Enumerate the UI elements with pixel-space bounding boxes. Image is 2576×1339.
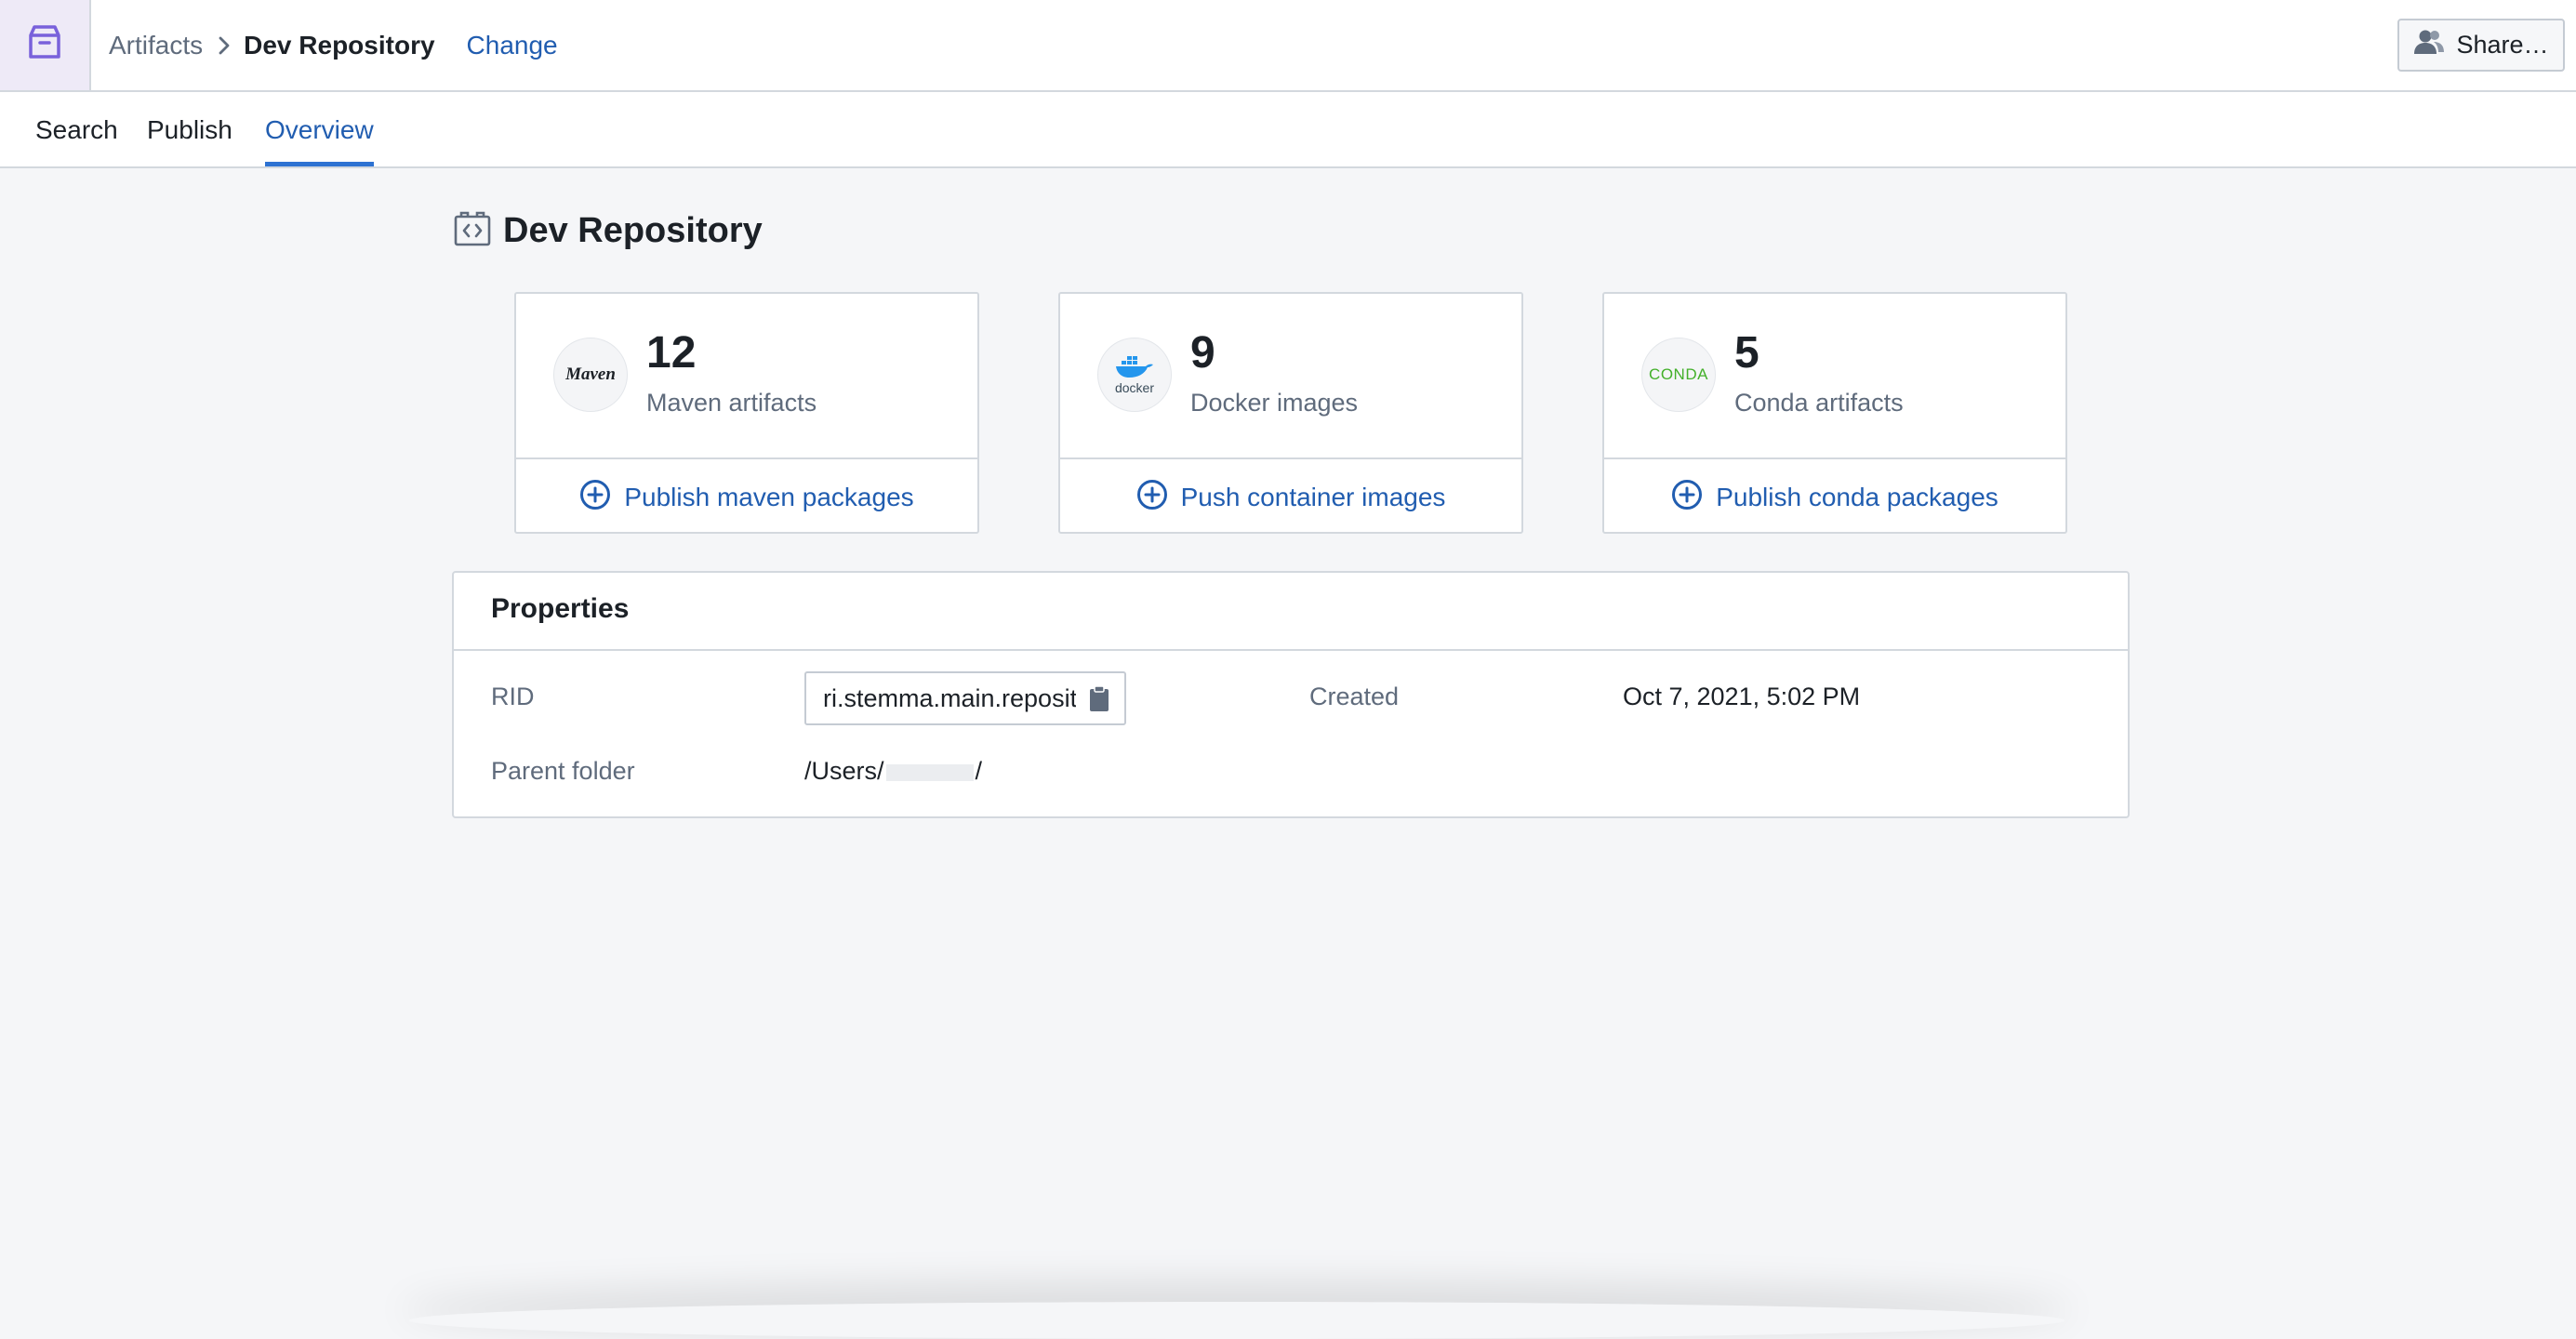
parent-folder-prefix: /Users/ — [804, 757, 884, 785]
app-icon-button[interactable] — [0, 0, 91, 90]
docker-logo-icon: docker — [1097, 338, 1172, 412]
publish-conda-label: Publish conda packages — [1716, 483, 1998, 511]
add-circle-icon — [1671, 479, 1703, 517]
breadcrumb-current: Dev Repository — [244, 30, 435, 60]
parent-folder-suffix: / — [975, 757, 983, 785]
code-repository-icon — [453, 210, 492, 252]
docker-whale-icon — [1116, 355, 1153, 378]
add-circle-icon — [1136, 479, 1168, 517]
maven-label: Maven artifacts — [646, 389, 817, 417]
conda-logo-text: CONDA — [1649, 365, 1708, 383]
rid-field[interactable]: ri.stemma.main.repository — [804, 671, 1126, 725]
share-label: Share… — [2456, 31, 2549, 59]
created-value: Oct 7, 2021, 5:02 PM — [1623, 683, 1861, 710]
card-summary: CONDA 5 Conda artifacts — [1604, 294, 2065, 459]
rid-label: RID — [491, 683, 535, 710]
tab-search[interactable]: Search — [35, 92, 118, 166]
conda-count: 5 — [1734, 328, 1759, 378]
conda-label: Conda artifacts — [1734, 389, 1904, 417]
page-title: Dev Repository — [503, 210, 763, 250]
bottom-shadow — [409, 1302, 2065, 1339]
card-summary: Maven 12 Maven artifacts — [516, 294, 977, 459]
push-container-button[interactable]: Push container images — [1060, 461, 1521, 534]
docker-card: docker 9 Docker images Push container im… — [1058, 292, 1523, 534]
artifacts-box-icon — [25, 23, 64, 67]
created-label: Created — [1309, 683, 1400, 710]
properties-title: Properties — [491, 593, 630, 624]
tab-bar: Search Publish Overview — [0, 92, 2576, 168]
breadcrumb-artifacts[interactable]: Artifacts — [109, 31, 203, 60]
maven-logo-icon: Maven — [553, 338, 628, 412]
parent-folder-value[interactable]: /Users/ / — [804, 757, 982, 786]
tab-publish[interactable]: Publish — [147, 92, 232, 166]
publish-maven-button[interactable]: Publish maven packages — [516, 461, 977, 534]
page-header: Dev Repository — [453, 205, 763, 257]
docker-logo-text: docker — [1114, 379, 1155, 395]
conda-logo-icon: CONDA — [1641, 338, 1716, 412]
docker-count: 9 — [1190, 328, 1215, 378]
people-icon — [2413, 28, 2445, 62]
publish-conda-button[interactable]: Publish conda packages — [1604, 461, 2065, 534]
breadcrumb: Artifacts Dev Repository Change — [109, 0, 558, 90]
parent-folder-label: Parent folder — [491, 757, 635, 785]
chevron-right-icon — [218, 35, 231, 56]
maven-card: Maven 12 Maven artifacts Publish maven p… — [514, 292, 979, 534]
redacted-username — [885, 763, 974, 781]
change-link[interactable]: Change — [467, 31, 558, 60]
top-bar: Artifacts Dev Repository Change Share… — [0, 0, 2576, 92]
card-summary: docker 9 Docker images — [1060, 294, 1521, 459]
maven-count: 12 — [646, 328, 697, 378]
docker-label: Docker images — [1190, 389, 1359, 417]
add-circle-icon — [579, 479, 611, 517]
clipboard-icon[interactable] — [1076, 673, 1122, 723]
tab-overview[interactable]: Overview — [265, 92, 374, 166]
conda-card: CONDA 5 Conda artifacts Publish conda pa… — [1602, 292, 2067, 534]
publish-maven-label: Publish maven packages — [624, 483, 914, 511]
share-button[interactable]: Share… — [2397, 19, 2565, 72]
properties-header: Properties — [454, 573, 2128, 651]
maven-logo-text: Maven — [565, 365, 616, 384]
push-container-label: Push container images — [1180, 483, 1446, 511]
rid-value[interactable]: ri.stemma.main.repository — [806, 684, 1076, 713]
properties-panel: Properties RID ri.stemma.main.repository… — [452, 571, 2130, 818]
